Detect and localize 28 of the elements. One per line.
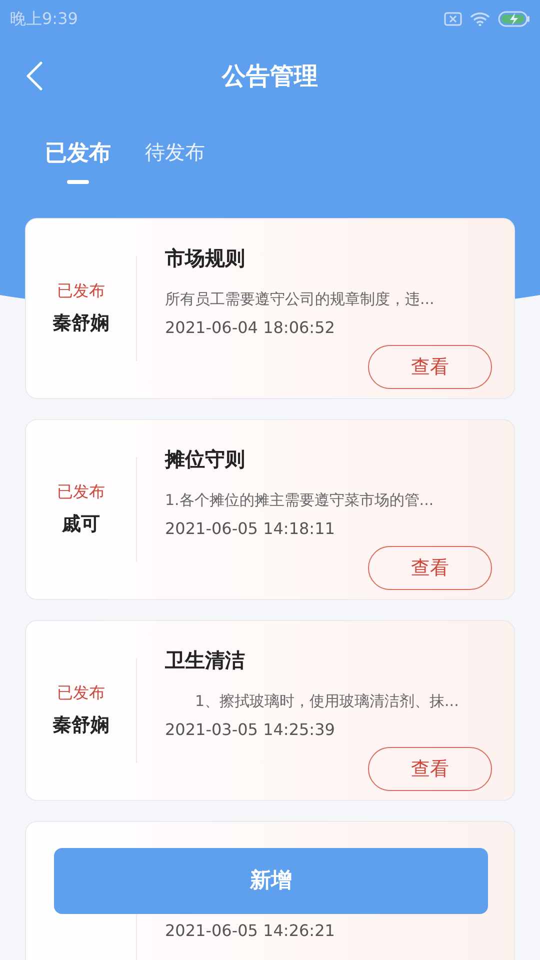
notice-title: 市场规则	[165, 245, 246, 272]
notice-date: 2021-06-05 14:26:21	[165, 920, 336, 942]
tab[interactable]: 待发布	[145, 137, 205, 185]
status-label: 已发布	[57, 280, 105, 302]
view-button[interactable]: 查看	[368, 345, 492, 389]
back-icon	[25, 61, 43, 91]
status-label: 已发布	[57, 682, 105, 704]
tab[interactable]: 已发布	[45, 137, 111, 185]
author-name: 秦舒娴	[52, 311, 110, 336]
author-name: 秦舒娴	[52, 713, 110, 738]
author-name: 戚可	[62, 512, 100, 538]
status-label: 已发布	[57, 481, 105, 504]
notice-title: 卫生清洁	[165, 647, 246, 674]
notice-summary: 1、擦拭玻璃时，使用玻璃清洁剂、抹...	[194, 691, 460, 712]
view-button[interactable]: 查看	[368, 546, 492, 590]
notice-date: 2021-03-05 14:25:39	[165, 719, 336, 741]
no-sim-icon	[444, 12, 462, 26]
notice-date: 2021-06-04 18:06:52	[165, 317, 336, 339]
page-title: 公告管理	[222, 61, 318, 92]
battery-charging-icon	[498, 10, 530, 26]
notice-date: 2021-06-05 14:18:11	[165, 518, 336, 540]
notice-summary: 1.各个摊位的摊主需要遵守菜市场的管...	[165, 490, 435, 511]
wifi-icon	[470, 12, 490, 26]
view-button[interactable]: 查看	[368, 747, 492, 791]
notice-title: 摊位守则	[165, 446, 246, 473]
notice-summary: 所有员工需要遵守公司的规章制度，违...	[165, 289, 436, 310]
add-button[interactable]: 新增	[54, 848, 488, 914]
status-time: 晚上9:39	[10, 8, 78, 30]
